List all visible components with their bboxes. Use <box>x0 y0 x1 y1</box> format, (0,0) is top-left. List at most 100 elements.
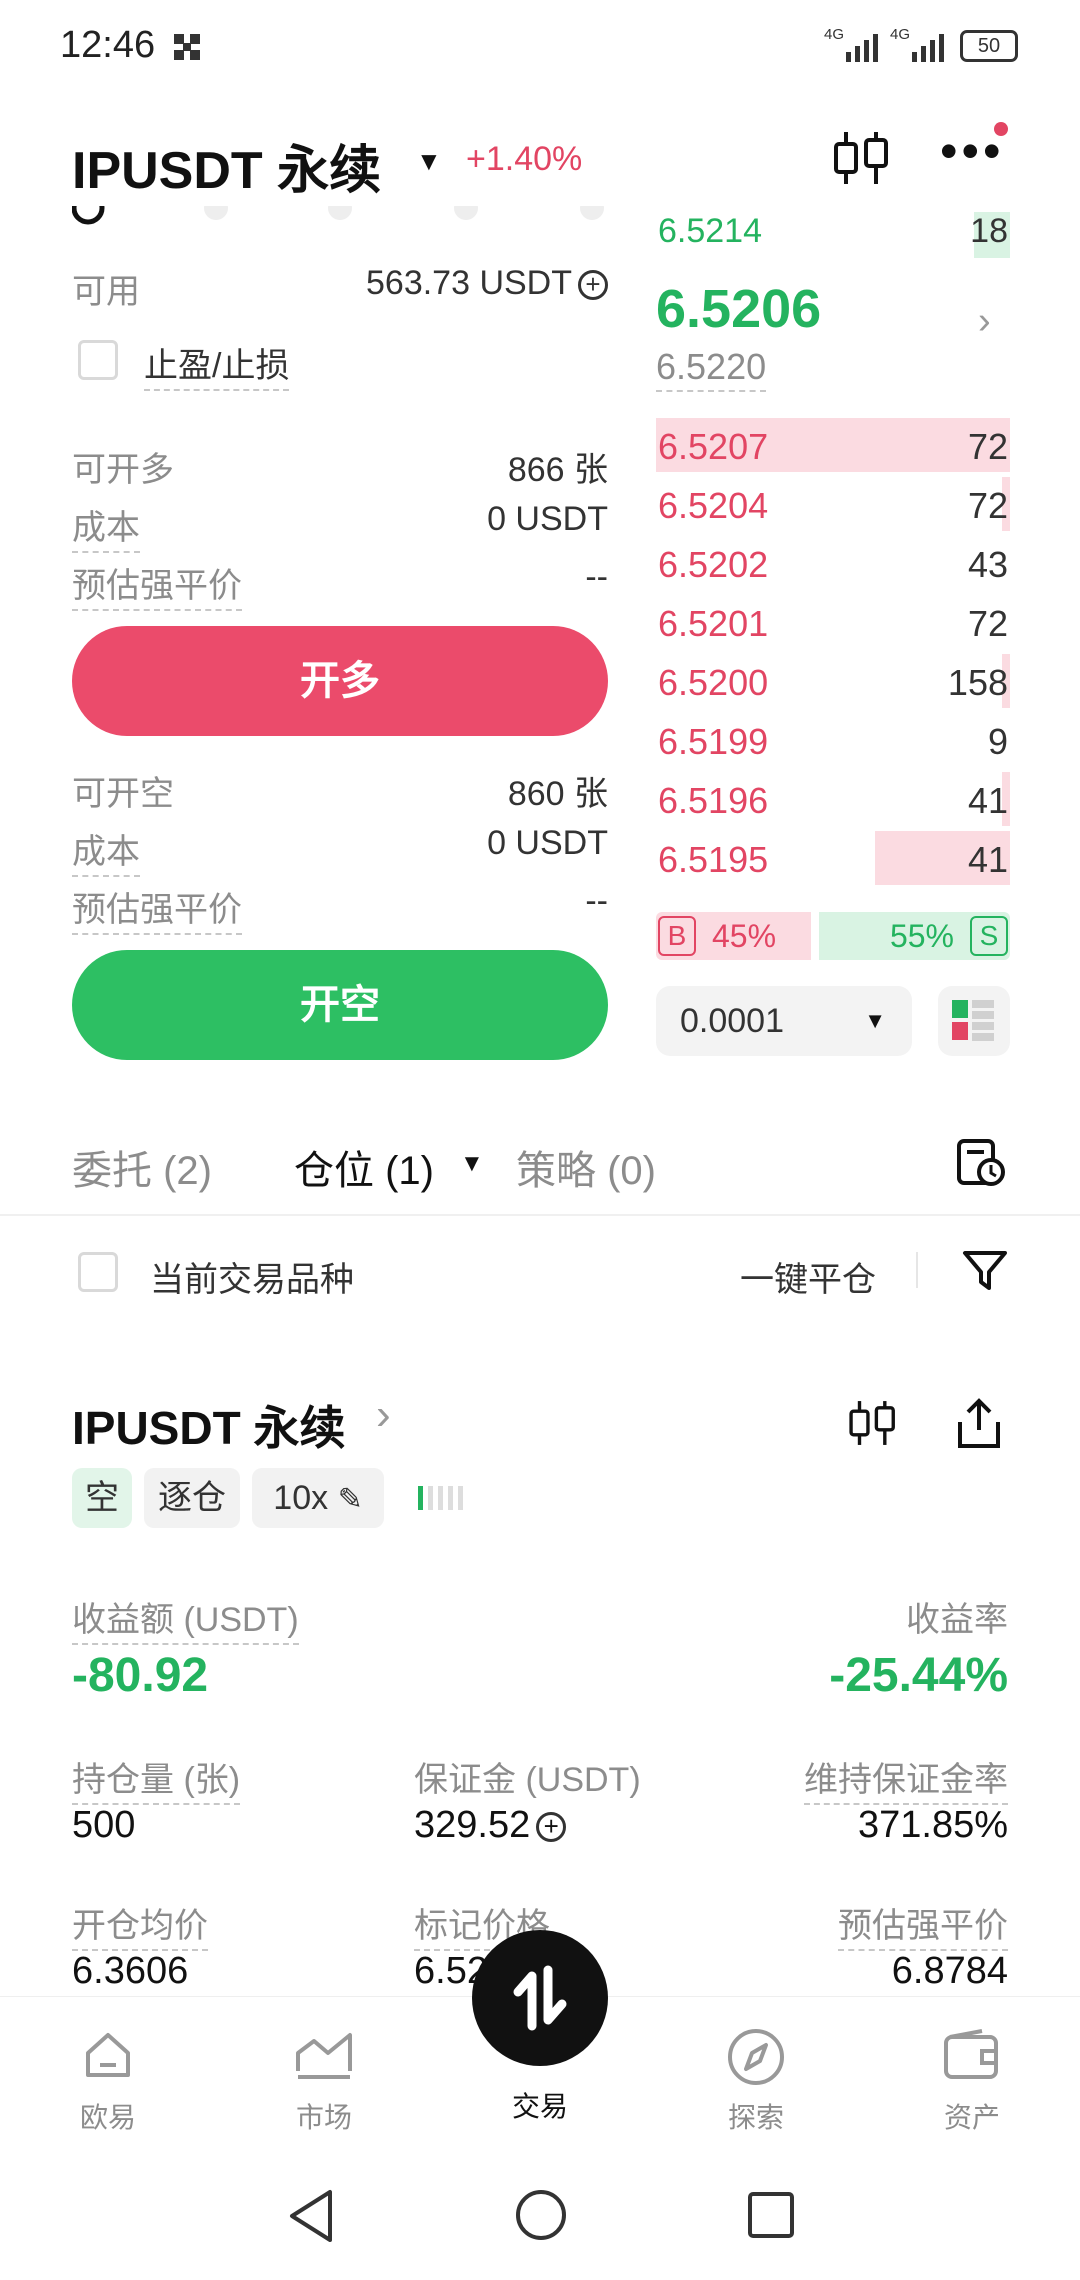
entry-price-value: 6.3606 <box>72 1950 189 1992</box>
ask-row[interactable]: 6.5202 43 <box>656 536 1010 590</box>
short-max-value: 860 张 <box>507 775 608 813</box>
precision-select[interactable]: 0.0001 ▼ <box>656 986 912 1056</box>
tp-sl-label[interactable]: 止盈/止损 <box>144 338 290 391</box>
open-short-button[interactable]: 开空 <box>72 950 608 1060</box>
orderbook-top-bid[interactable]: 6.5214 18 <box>656 212 1010 258</box>
orderbook-layout-button[interactable] <box>938 986 1010 1056</box>
short-cost-label[interactable]: 成本 <box>72 824 140 877</box>
battery-level: 50 <box>977 35 1001 57</box>
signal-2-icon <box>912 28 944 62</box>
signal-1-icon <box>846 28 878 62</box>
mmr-label[interactable]: 维持保证金率 <box>804 1752 1008 1805</box>
short-cost-value: 0 USDT <box>487 824 608 862</box>
ask-qty: 72 <box>967 603 1008 644</box>
candlestick-chart-icon[interactable] <box>830 126 894 190</box>
ask-price: 6.5204 <box>658 485 769 526</box>
nav-assets-label: 资产 <box>943 2102 1000 2133</box>
long-liq-value: -- <box>585 558 608 596</box>
ask-qty: 41 <box>967 839 1008 880</box>
liq-price-value: 6.8784 <box>891 1950 1008 1992</box>
positions-dropdown-icon[interactable]: ▼ <box>460 1150 484 1178</box>
back-icon[interactable] <box>286 2188 336 2244</box>
long-max-value: 866 张 <box>507 451 608 489</box>
swap-arrows-icon <box>513 1965 567 2031</box>
mark-price[interactable]: 6.5220 <box>656 346 767 392</box>
trade-header: IPUSDT 永续 ▼ +1.40% ••• <box>0 110 1080 210</box>
ask-price: 6.5195 <box>658 839 769 880</box>
ask-row[interactable]: 6.5196 41 <box>656 772 1010 826</box>
position-pair[interactable]: IPUSDT 永续 <box>72 1392 345 1458</box>
pair-title[interactable]: IPUSDT 永续 <box>72 128 381 203</box>
pair-dropdown-icon[interactable]: ▼ <box>416 146 442 177</box>
ask-row[interactable]: 6.5195 41 <box>656 831 1010 885</box>
ask-qty: 72 <box>967 485 1008 526</box>
margin-mode-tag[interactable]: 逐仓 <box>144 1468 240 1528</box>
share-icon[interactable] <box>954 1398 1004 1450</box>
buy-tag: B <box>658 916 696 956</box>
ask-row[interactable]: 6.5199 9 <box>656 713 1010 767</box>
compass-icon <box>728 2029 784 2085</box>
tp-sl-checkbox[interactable] <box>78 340 118 380</box>
short-liq-label[interactable]: 预估强平价 <box>72 882 242 935</box>
margin-label: 保证金 (USDT) <box>414 1761 641 1799</box>
open-long-button[interactable]: 开多 <box>72 626 608 736</box>
leverage-slider[interactable] <box>72 206 608 226</box>
position-side-tag: 空 <box>72 1468 132 1528</box>
size-value: 500 <box>72 1804 136 1846</box>
buy-sell-ratio-bar: B 45% 55% S <box>656 912 1010 960</box>
recents-icon[interactable] <box>746 2190 796 2240</box>
leverage-value: 10x <box>273 1479 329 1517</box>
precision-value: 0.0001 <box>680 1002 784 1040</box>
long-max-label: 可开多 <box>72 451 174 489</box>
ask-row[interactable]: 6.5207 72 <box>656 418 1010 472</box>
orderbook-layout-icon <box>952 1000 994 1041</box>
ask-price: 6.5196 <box>658 780 769 821</box>
trade-fab-button[interactable] <box>472 1930 608 2066</box>
roe-value: -25.44% <box>829 1649 1008 1702</box>
edit-icon: ✎ <box>337 1483 363 1516</box>
leverage-tag[interactable]: 10x ✎ <box>252 1468 384 1528</box>
chevron-down-icon: ▼ <box>864 1008 886 1033</box>
pnl-label[interactable]: 收益额 (USDT) <box>72 1592 299 1645</box>
close-all-button[interactable]: 一键平仓 <box>740 1252 876 1301</box>
nav-trade-label: 交易 <box>511 2091 568 2122</box>
tab-strategy[interactable]: 策略 (0) <box>516 1138 656 1196</box>
position-chart-icon[interactable] <box>846 1396 900 1450</box>
ask-price: 6.5201 <box>658 603 769 644</box>
add-funds-icon[interactable]: + <box>578 270 608 301</box>
notification-dot <box>994 122 1008 136</box>
ask-price: 6.5199 <box>658 721 769 762</box>
order-history-icon[interactable] <box>956 1136 1006 1188</box>
status-bar: 12:46 4G 4G 50 <box>0 0 1080 90</box>
home-circle-icon[interactable] <box>514 2188 568 2242</box>
ask-price: 6.5207 <box>658 426 769 467</box>
position-chevron-icon[interactable]: › <box>376 1390 391 1440</box>
ask-price: 6.5200 <box>658 662 769 703</box>
size-label[interactable]: 持仓量 (张) <box>72 1752 241 1805</box>
ask-row[interactable]: 6.5204 72 <box>656 477 1010 531</box>
filter-icon[interactable] <box>962 1248 1008 1294</box>
nav-assets[interactable]: 资产 <box>892 2027 1052 2136</box>
current-pair-label[interactable]: 当前交易品种 <box>150 1252 354 1301</box>
status-time: 12:46 <box>60 24 156 66</box>
battery-icon: 50 <box>960 30 1018 62</box>
nav-explore[interactable]: 探索 <box>676 2027 836 2136</box>
entry-price-label[interactable]: 开仓均价 <box>72 1898 208 1951</box>
short-max-label: 可开空 <box>72 775 174 813</box>
liq-price-label[interactable]: 预估强平价 <box>838 1898 1008 1951</box>
ask-row[interactable]: 6.5201 72 <box>656 595 1010 649</box>
bid-price: 6.5214 <box>658 212 762 250</box>
long-cost-label[interactable]: 成本 <box>72 500 140 553</box>
add-margin-icon[interactable]: + <box>536 1811 567 1842</box>
nav-home[interactable]: 欧易 <box>28 2027 188 2136</box>
tab-positions[interactable]: 仓位 (1) <box>294 1138 434 1196</box>
tab-orders[interactable]: 委托 (2) <box>72 1138 212 1196</box>
nav-trade[interactable]: 交易 <box>460 2085 620 2125</box>
long-liq-label[interactable]: 预估强平价 <box>72 558 242 611</box>
chevron-right-icon[interactable]: › <box>978 300 991 343</box>
roe-label: 收益率 <box>906 1601 1008 1639</box>
nav-market[interactable]: 市场 <box>244 2027 404 2136</box>
sell-tag: S <box>970 916 1008 956</box>
ask-row[interactable]: 6.5200 158 <box>656 654 1010 708</box>
current-pair-checkbox[interactable] <box>78 1252 118 1292</box>
